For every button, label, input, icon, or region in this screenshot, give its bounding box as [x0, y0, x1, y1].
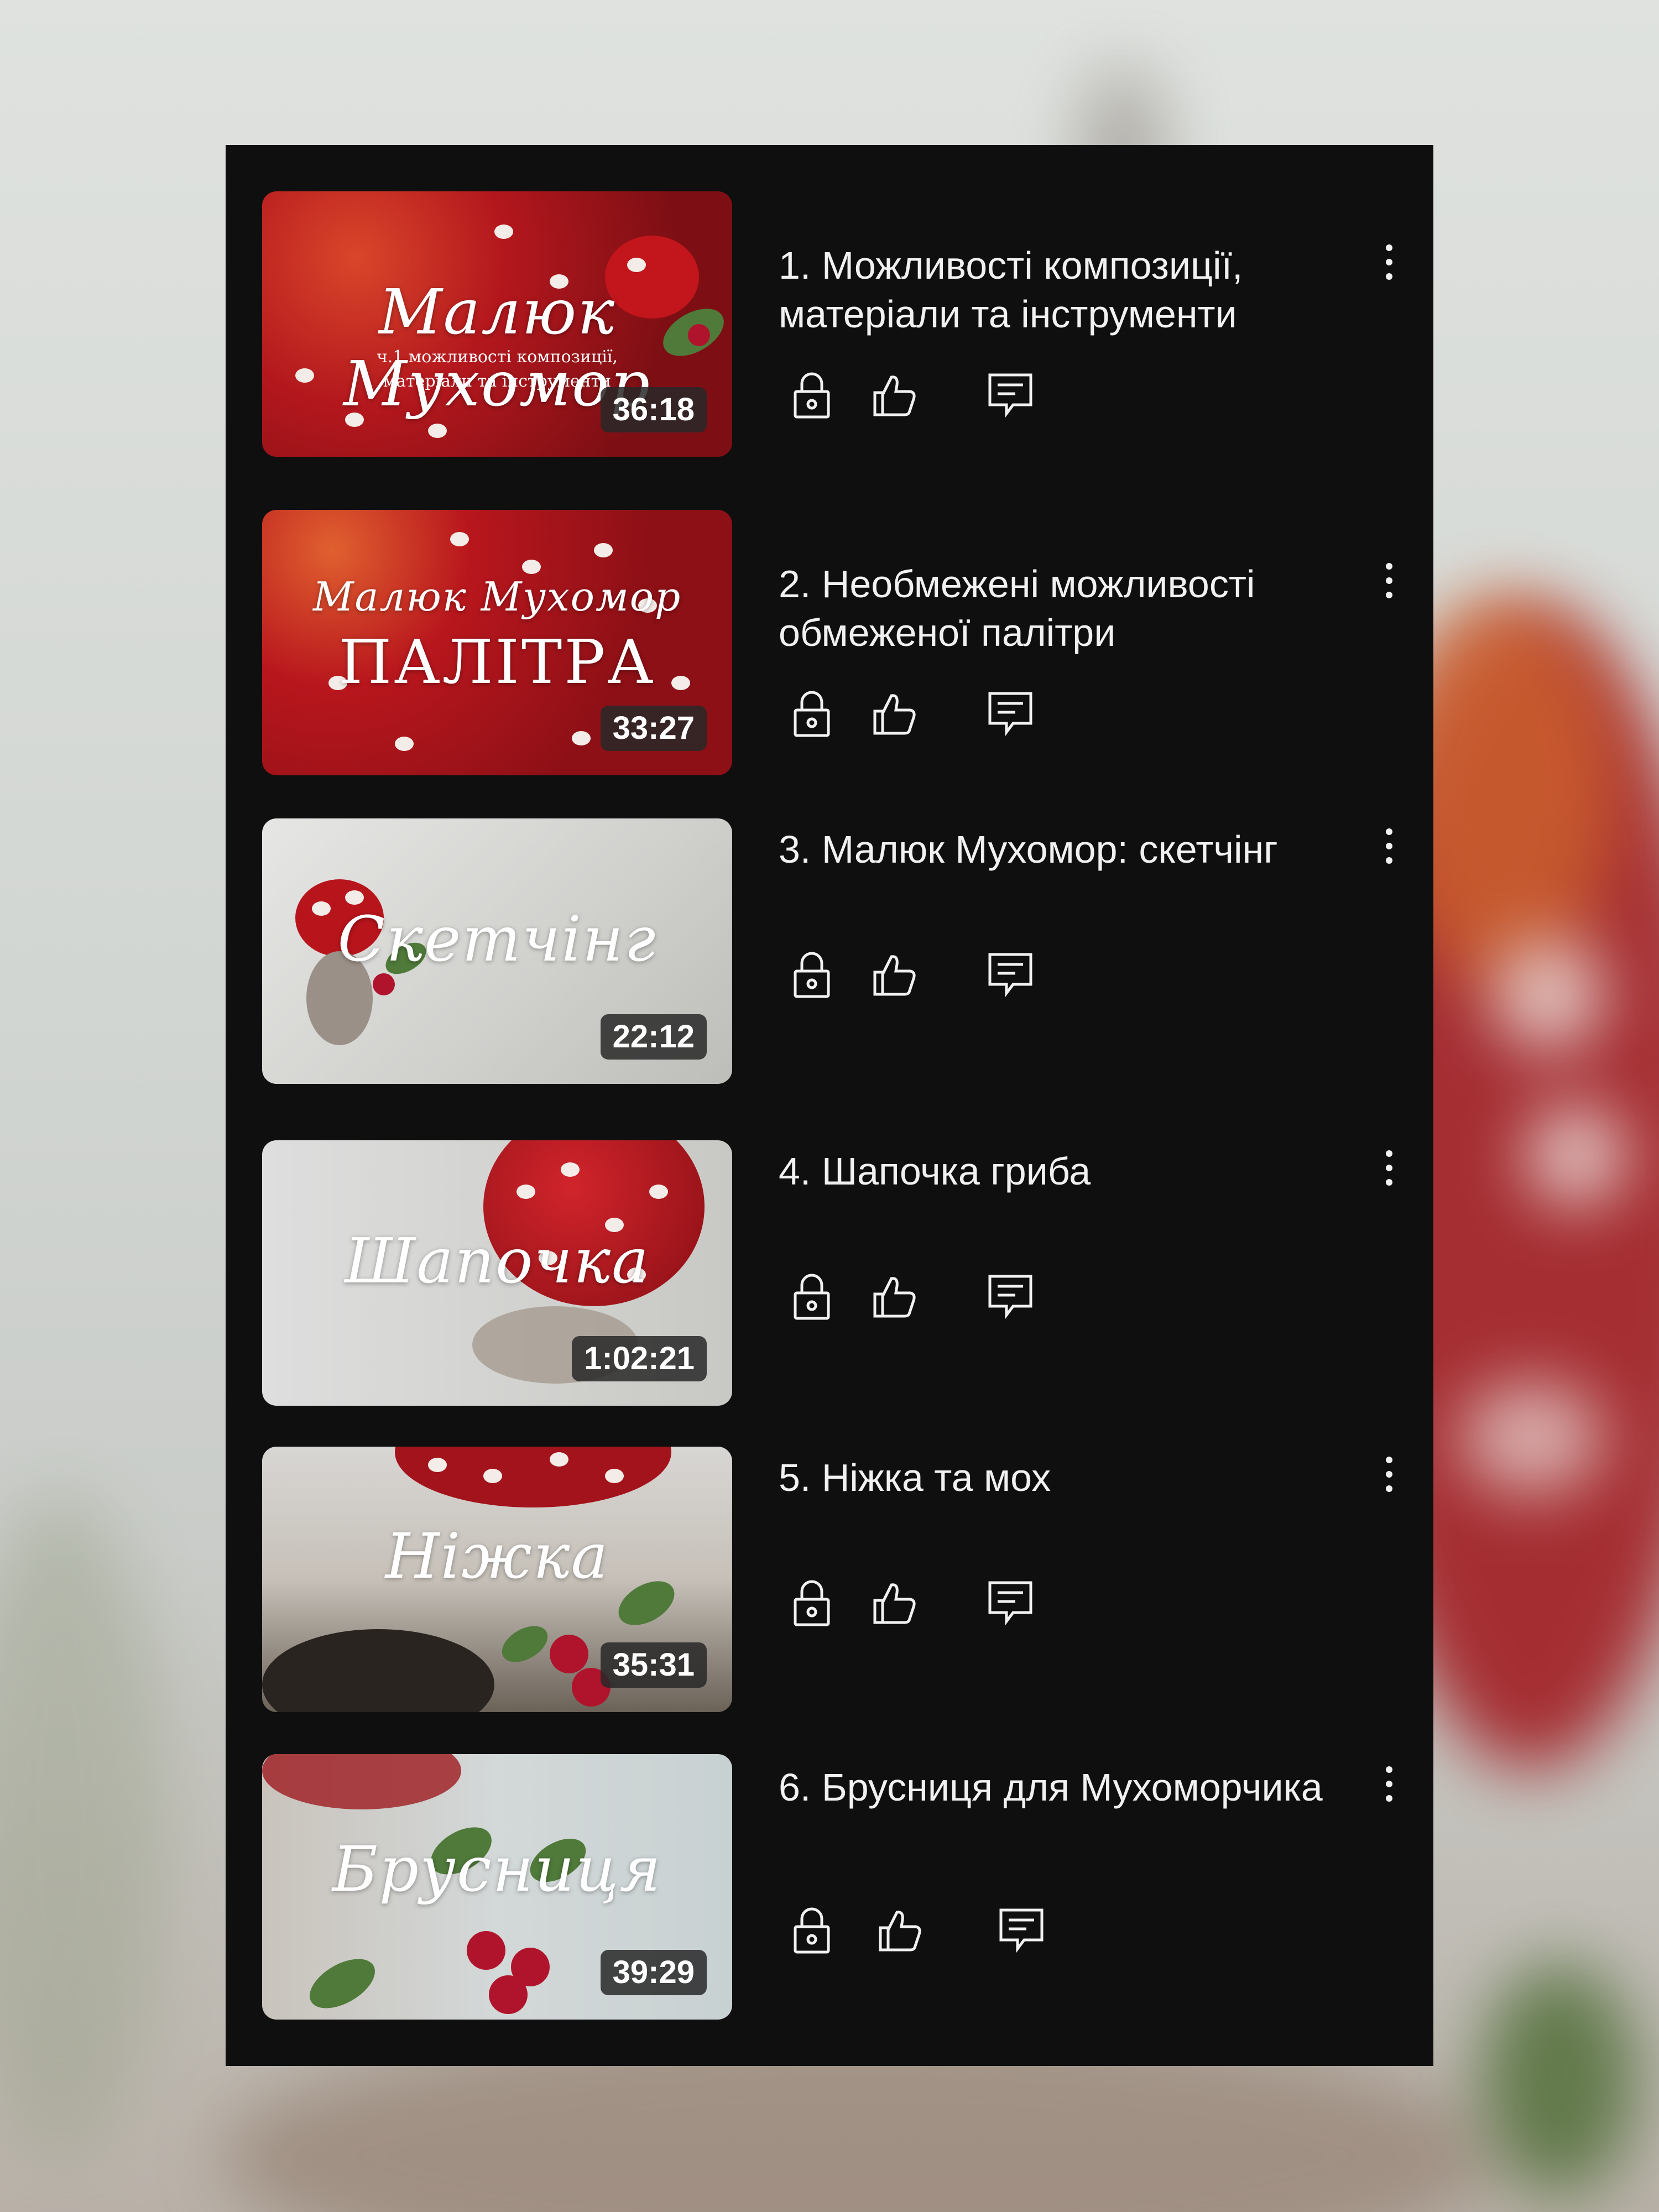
more-options-icon[interactable]	[1383, 1457, 1396, 1501]
lock-icon[interactable]	[784, 686, 839, 741]
video-title[interactable]: 5. Ніжка та мох	[779, 1453, 1332, 1502]
video-title[interactable]: 2. Необмежені можливості обмеженої паліт…	[779, 560, 1332, 657]
duration-badge: 1:02:21	[572, 1336, 707, 1381]
playlist-item[interactable]: Скетчінг 22:12 3. Малюк Мухомор: скетчін…	[226, 818, 1433, 1084]
thumbs-up-icon[interactable]	[867, 367, 922, 422]
comment-icon[interactable]	[983, 367, 1039, 422]
video-thumbnail[interactable]: Брусниця 39:29	[262, 1754, 732, 2020]
more-options-icon[interactable]	[1383, 244, 1396, 289]
lock-icon[interactable]	[784, 1269, 839, 1324]
thumbnail-title-text: Брусниця	[332, 1834, 662, 1906]
lock-icon[interactable]	[784, 1902, 839, 1958]
duration-badge: 22:12	[600, 1014, 707, 1060]
playlist-item[interactable]: Малюк Мухомор ПАЛІТРА 33:27 2. Необмежен…	[226, 510, 1433, 775]
thumbs-up-icon[interactable]	[867, 947, 922, 1002]
duration-badge: 36:18	[600, 387, 707, 432]
thumbnail-title-text: Ніжка	[385, 1521, 609, 1593]
playlist-item[interactable]: Брусниця 39:29 6. Брусниця для Мухоморчи…	[226, 1754, 1433, 2020]
video-thumbnail[interactable]: Малюк Мухомор ПАЛІТРА 33:27	[262, 510, 732, 775]
playlist-item[interactable]: Малюк Мухомор ч.1 можливості композиції,…	[226, 191, 1433, 457]
video-thumbnail[interactable]: Ніжка 35:31	[262, 1447, 732, 1712]
thumbs-up-icon[interactable]	[873, 1902, 928, 1958]
comment-icon[interactable]	[983, 1575, 1039, 1630]
comment-icon[interactable]	[983, 686, 1039, 741]
thumbs-up-icon[interactable]	[867, 1269, 922, 1324]
video-thumbnail[interactable]: Малюк Мухомор ч.1 можливості композиції,…	[262, 191, 732, 457]
duration-badge: 35:31	[600, 1642, 707, 1688]
comment-icon[interactable]	[994, 1902, 1050, 1958]
duration-badge: 33:27	[600, 706, 707, 751]
more-options-icon[interactable]	[1383, 563, 1396, 607]
more-options-icon[interactable]	[1383, 1766, 1396, 1811]
thumbnail-subtitle-text: ч.1 можливості композиції, матеріали та …	[376, 347, 618, 392]
comment-icon[interactable]	[983, 947, 1039, 1002]
video-thumbnail[interactable]: Скетчінг 22:12	[262, 818, 732, 1084]
video-thumbnail[interactable]: Шапочка 1:02:21	[262, 1140, 732, 1406]
video-title[interactable]: 4. Шапочка гриба	[779, 1147, 1332, 1196]
video-title[interactable]: 1. Можливості композиції, матеріали та і…	[779, 241, 1332, 338]
lock-icon[interactable]	[784, 367, 839, 422]
video-title[interactable]: 3. Малюк Мухомор: скетчінг	[779, 825, 1332, 874]
more-options-icon[interactable]	[1383, 1150, 1396, 1194]
thumbnail-title-text: Шапочка	[345, 1225, 650, 1297]
lock-icon[interactable]	[784, 947, 839, 1002]
thumbnail-title-text: Скетчінг	[337, 903, 657, 975]
playlist-panel: Малюк Мухомор ч.1 можливості композиції,…	[226, 145, 1433, 2066]
lock-icon[interactable]	[784, 1575, 839, 1630]
thumbnail-title-text: Малюк Мухомор	[312, 573, 682, 620]
duration-badge: 39:29	[600, 1950, 707, 1995]
thumbnail-subtitle-text: ПАЛІТРА	[338, 627, 656, 698]
thumbs-up-icon[interactable]	[867, 686, 922, 741]
playlist-item[interactable]: Ніжка 35:31 5. Ніжка та мох	[226, 1447, 1433, 1712]
video-title[interactable]: 6. Брусниця для Мухоморчика	[779, 1763, 1332, 1812]
comment-icon[interactable]	[983, 1269, 1039, 1324]
more-options-icon[interactable]	[1383, 828, 1396, 873]
thumbs-up-icon[interactable]	[867, 1575, 922, 1630]
playlist-item[interactable]: Шапочка 1:02:21 4. Шапочка гриба	[226, 1140, 1433, 1406]
